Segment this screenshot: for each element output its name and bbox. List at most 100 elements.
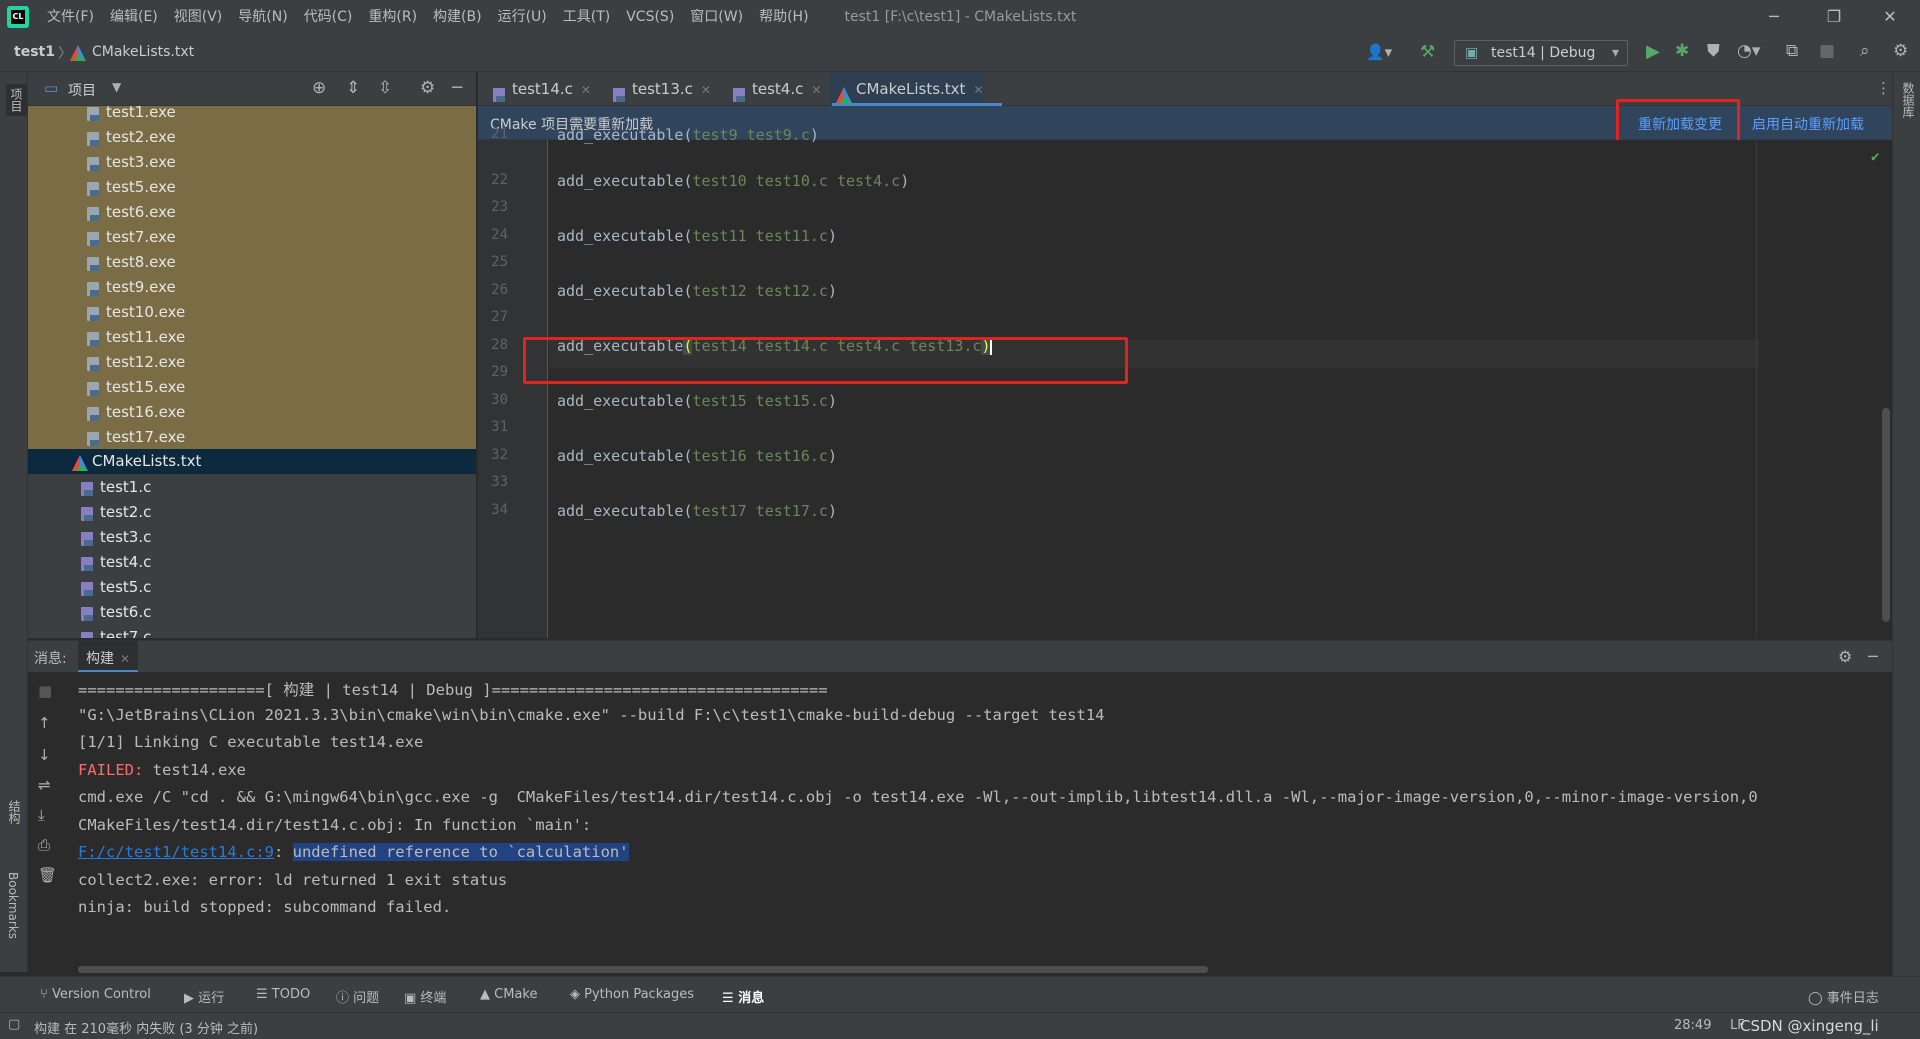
tree-item-exe[interactable]: test6.exe xyxy=(86,200,176,225)
editor-tab[interactable]: test4.c ✕ xyxy=(726,72,821,106)
editor-tab[interactable]: test14.c ✕ xyxy=(486,72,591,106)
exe-file-icon xyxy=(86,106,100,121)
gear-icon[interactable]: ⚙ xyxy=(1838,649,1852,665)
console-horizontal-scrollbar[interactable] xyxy=(78,966,1208,973)
tool-window-button[interactable]: ◈ Python Packages xyxy=(570,987,694,1002)
tree-item-source[interactable]: test6.c xyxy=(80,600,151,625)
coverage-icon[interactable]: ⛊ xyxy=(1707,43,1720,60)
tree-item-exe[interactable]: test5.exe xyxy=(86,175,176,200)
tool-window-button[interactable]: ▶ 运行 xyxy=(184,987,224,1006)
tree-item-exe[interactable]: test7.exe xyxy=(86,225,176,250)
menu-item[interactable]: 重构(R) xyxy=(360,0,425,34)
stop-icon[interactable]: ■ xyxy=(38,684,52,699)
tree-item-source[interactable]: test4.c xyxy=(80,550,151,575)
build-output-console[interactable]: ====================[ 构建 | test14 | Debu… xyxy=(68,672,1892,970)
editor-scrollbar[interactable] xyxy=(1882,408,1890,622)
panel-toggle-icon[interactable]: ▢ xyxy=(8,1018,20,1031)
tree-item-exe[interactable]: test17.exe xyxy=(86,425,185,450)
close-tab-icon[interactable]: ✕ xyxy=(120,652,130,666)
menu-item[interactable]: 代码(C) xyxy=(296,0,361,34)
menu-item[interactable]: 文件(F) xyxy=(39,0,102,34)
profile-icon[interactable]: ◔▾ xyxy=(1737,43,1760,60)
tool-window-button[interactable]: ☰ 消息 xyxy=(722,987,764,1006)
tree-item-exe[interactable]: test10.exe xyxy=(86,300,185,325)
tree-item-exe[interactable]: test16.exe xyxy=(86,400,185,425)
chevron-down-icon[interactable]: ▼ xyxy=(112,81,121,93)
menu-item[interactable]: 导航(N) xyxy=(230,0,295,34)
hide-panel-icon[interactable]: ─ xyxy=(452,80,462,97)
expand-all-icon[interactable]: ⇕ xyxy=(346,80,360,97)
close-tab-icon[interactable]: ✕ xyxy=(973,83,983,97)
source-location-link[interactable]: F:/c/test1/test14.c:9 xyxy=(78,843,274,861)
close-icon[interactable]: ✕ xyxy=(1862,0,1918,34)
locate-target-icon[interactable]: ⊕ xyxy=(312,80,326,97)
tree-item-cmakelists[interactable]: CMakeLists.txt xyxy=(72,449,201,474)
close-tab-icon[interactable]: ✕ xyxy=(701,83,711,97)
collapse-all-icon[interactable]: ⇳ xyxy=(378,80,392,97)
settings-gear-icon[interactable]: ⚙ xyxy=(1893,43,1908,60)
database-tool-button[interactable]: 数据库 xyxy=(1900,82,1917,118)
build-hammer-icon[interactable]: ⚒ xyxy=(1420,44,1435,61)
tree-item-exe[interactable]: test2.exe xyxy=(86,125,176,150)
user-icon[interactable]: 👤▾ xyxy=(1366,45,1392,60)
trash-icon[interactable]: 🗑 xyxy=(38,868,57,883)
tool-window-button[interactable]: ⑂ Version Control xyxy=(40,987,151,1002)
menu-item[interactable]: 编辑(E) xyxy=(102,0,166,34)
arrow-down-icon[interactable]: ↓ xyxy=(38,748,51,763)
structure-tool-button[interactable]: 结构 xyxy=(6,800,23,824)
arrow-up-icon[interactable]: ↑ xyxy=(38,716,51,731)
tree-item-exe[interactable]: test15.exe xyxy=(86,375,185,400)
print-icon[interactable]: ⎙ xyxy=(38,838,50,853)
tool-window-button[interactable]: ▣ 终端 xyxy=(404,987,446,1006)
menu-item[interactable]: 工具(T) xyxy=(555,0,618,34)
menu-item[interactable]: 视图(V) xyxy=(166,0,231,34)
debug-bug-icon[interactable]: ✱ xyxy=(1675,43,1689,60)
tree-item-exe[interactable]: test3.exe xyxy=(86,150,176,175)
breadcrumb-file[interactable]: CMakeLists.txt xyxy=(92,44,194,60)
build-tab[interactable]: 构建 ✕ xyxy=(78,641,139,673)
close-tab-icon[interactable]: ✕ xyxy=(581,83,591,97)
editor-tab[interactable]: test13.c ✕ xyxy=(606,72,711,106)
line-number: 31 xyxy=(491,419,508,435)
editor-tab[interactable]: CMakeLists.txt ✕ xyxy=(830,72,984,106)
minimize-icon[interactable]: ─ xyxy=(1746,0,1802,34)
close-tab-icon[interactable]: ✕ xyxy=(811,83,821,97)
restore-icon[interactable]: ❐ xyxy=(1806,0,1862,34)
run-configuration-select[interactable]: test14 | Debug ▾ ▣ xyxy=(1454,40,1628,66)
more-options-icon[interactable]: ⋮ xyxy=(1876,81,1891,96)
project-tool-button[interactable]: 项目 xyxy=(6,84,27,116)
tree-item-exe[interactable]: test8.exe xyxy=(86,250,176,275)
attach-process-icon[interactable]: ⧉ xyxy=(1786,43,1798,60)
tree-item-exe[interactable]: test11.exe xyxy=(86,325,185,350)
tool-window-button[interactable]: ▲ CMake xyxy=(480,987,537,1002)
tree-item-source[interactable]: test2.c xyxy=(80,500,151,525)
run-icon[interactable]: ▶ xyxy=(1646,43,1660,61)
enable-auto-reload-link[interactable]: 启用自动重新加载 xyxy=(1752,114,1864,134)
menu-item[interactable]: 帮助(H) xyxy=(751,0,816,34)
tree-item-source[interactable]: test1.c xyxy=(80,475,151,500)
code-editor[interactable]: add_executable(test9 test9.c) add_executa… xyxy=(549,126,1892,638)
search-icon[interactable]: ⌕ xyxy=(1860,43,1870,60)
project-panel-title[interactable]: 项目 xyxy=(68,80,96,100)
bookmarks-tool-button[interactable]: Bookmarks xyxy=(6,872,20,939)
breadcrumb-project[interactable]: test1 xyxy=(14,44,55,60)
tree-item-exe[interactable]: test12.exe xyxy=(86,350,185,375)
menu-item[interactable]: VCS(S) xyxy=(618,0,682,34)
tree-item-source[interactable]: test5.c xyxy=(80,575,151,600)
tool-window-button[interactable]: ☰ TODO xyxy=(256,987,310,1002)
gear-icon[interactable]: ⚙ xyxy=(420,80,435,97)
menu-item[interactable]: 构建(B) xyxy=(425,0,490,34)
tool-window-button[interactable]: ⓘ 问题 xyxy=(336,987,379,1006)
tree-item-exe[interactable]: test1.exe xyxy=(86,106,176,125)
stop-icon[interactable]: ■ xyxy=(1819,43,1835,60)
soft-wrap-icon[interactable]: ⇌ xyxy=(38,778,51,793)
hide-panel-icon[interactable]: ─ xyxy=(1868,649,1878,665)
scroll-to-end-icon[interactable]: ⤓ xyxy=(38,808,45,823)
menu-item[interactable]: 窗口(W) xyxy=(682,0,751,34)
event-log-button[interactable]: ◯ 事件日志 xyxy=(1808,987,1879,1006)
tree-item-source[interactable]: test3.c xyxy=(80,525,151,550)
tree-item-source[interactable]: test7.c xyxy=(80,625,151,638)
tree-item-exe[interactable]: test9.exe xyxy=(86,275,176,300)
caret-position[interactable]: 28:49 xyxy=(1674,1018,1711,1033)
menu-item[interactable]: 运行(U) xyxy=(490,0,555,34)
